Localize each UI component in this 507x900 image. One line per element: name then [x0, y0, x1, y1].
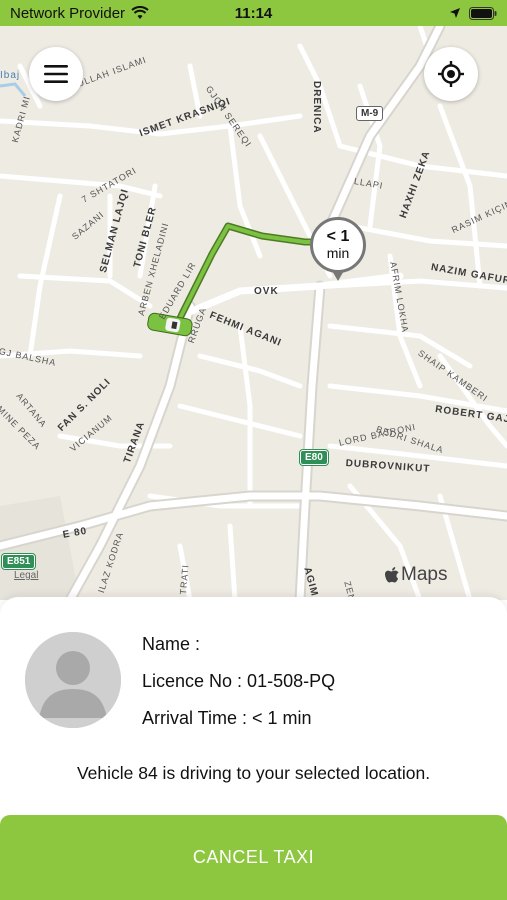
cancel-taxi-button[interactable]: CANCEL TAXI: [0, 815, 507, 900]
road-shield-e851: E851: [2, 554, 36, 569]
eta-value: < 1: [326, 228, 350, 245]
apple-logo-icon: [385, 566, 399, 583]
trip-status-message: Vehicle 84 is driving to your selected l…: [76, 763, 431, 783]
legal-link[interactable]: Legal: [14, 570, 38, 581]
driver-name: Name :: [142, 634, 201, 654]
carrier-group: Network Provider: [10, 5, 149, 22]
map-view[interactable]: Ibaj KADRI MI JETULLAH ISLAMI ISMET KRAS…: [0, 26, 507, 600]
driver-info-sheet: Name : Licence No : 01-508-PQ Arrival Ti…: [0, 597, 507, 900]
crosshair-locate-icon: [438, 61, 464, 87]
hamburger-menu-icon: [44, 65, 68, 83]
eta-bubble: < 1 min: [310, 217, 366, 273]
battery-icon: [469, 6, 497, 20]
driver-avatar: [25, 632, 121, 728]
apple-maps-attribution: Maps: [385, 564, 447, 586]
road-shield-m9: M-9: [356, 106, 384, 121]
eta-unit: min: [326, 245, 350, 261]
status-bar: Network Provider 11:14: [0, 0, 507, 26]
street-label: OVK: [254, 286, 279, 297]
wifi-icon: [131, 6, 149, 19]
carrier-name: Network Provider: [10, 4, 126, 22]
locate-me-button[interactable]: [424, 47, 478, 101]
driver-details: Name : Licence No : 01-508-PQ Arrival Ti…: [142, 633, 335, 744]
street-label: Ibaj: [0, 70, 21, 81]
location-arrow-icon: [450, 8, 460, 18]
apple-maps-label: Maps: [401, 564, 448, 585]
status-icons: [449, 6, 497, 20]
driver-licence: Licence No : 01-508-PQ: [142, 671, 336, 691]
eta-pin: < 1 min: [307, 214, 369, 284]
map-roads: [0, 26, 507, 600]
driver-arrival-time: Arrival Time : < 1 min: [142, 708, 312, 728]
menu-button[interactable]: [29, 47, 83, 101]
road-shield-e80: E80: [300, 450, 328, 465]
street-label: DRENICA: [311, 81, 322, 134]
person-placeholder-icon: [25, 632, 121, 728]
